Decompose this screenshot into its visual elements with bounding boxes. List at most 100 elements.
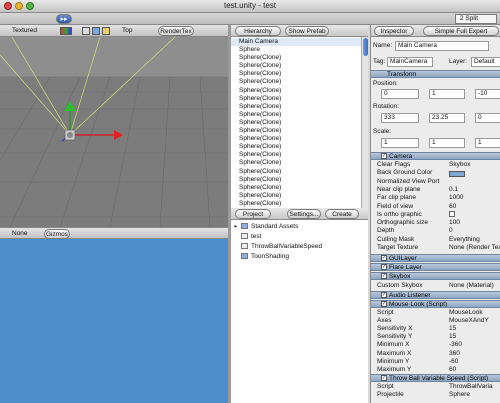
mouselook-prop-row[interactable]: Script MouseLook bbox=[377, 309, 500, 317]
hierarchy-item[interactable]: Sphere(Clone) bbox=[231, 54, 368, 62]
aspect-dropdown[interactable]: None bbox=[12, 230, 28, 237]
mouselook-prop-row[interactable]: Minimum Y -60 bbox=[377, 358, 500, 366]
camera-prop-row[interactable]: Clear Flags Skybox bbox=[377, 161, 500, 169]
mouselook-prop-value[interactable]: MouseXAndY bbox=[449, 317, 489, 325]
camera-prop-value[interactable]: 100 bbox=[449, 219, 460, 227]
camera-prop-row[interactable]: Orthographic size 100 bbox=[377, 219, 500, 227]
camera-prop-value[interactable]: Everything bbox=[449, 236, 480, 244]
hierarchy-item[interactable]: Sphere(Clone) bbox=[231, 103, 368, 111]
rotation-y-field[interactable]: 23.25 bbox=[429, 113, 465, 123]
mouselook-prop-row[interactable]: Maximum Y 60 bbox=[377, 366, 500, 374]
camera-header[interactable]: ✓ Camera bbox=[371, 152, 500, 160]
mouselook-checkbox[interactable]: ✓ bbox=[381, 301, 387, 307]
ortho-checkbox[interactable] bbox=[449, 211, 455, 217]
audio-listener-header[interactable]: ✓ Audio Listener bbox=[371, 291, 500, 299]
mouselook-prop-row[interactable]: Sensitivity X 15 bbox=[377, 325, 500, 333]
custom-skybox-row[interactable]: Custom Skybox None (Material) bbox=[377, 282, 500, 290]
hierarchy-item[interactable]: Sphere(Clone) bbox=[231, 159, 368, 167]
hierarchy-item[interactable]: Sphere(Clone) bbox=[231, 192, 368, 200]
layer-dropdown[interactable]: Default bbox=[471, 57, 500, 67]
object-name-field[interactable]: Main Camera bbox=[395, 41, 489, 51]
camera-prop-row[interactable]: Far clip plane 1000 bbox=[377, 194, 500, 202]
hierarchy-item[interactable]: Sphere(Clone) bbox=[231, 87, 368, 95]
rotation-z-field[interactable]: 0 bbox=[475, 113, 500, 123]
show-prefab-button[interactable]: Show Prefab bbox=[285, 26, 329, 36]
hierarchy-item[interactable]: Sphere(Clone) bbox=[231, 95, 368, 103]
hierarchy-item[interactable]: Sphere(Clone) bbox=[231, 176, 368, 184]
view-dropdown[interactable]: Top bbox=[122, 27, 132, 34]
camera-prop-value[interactable]: 1000 bbox=[449, 194, 463, 202]
scale-z-field[interactable]: 1 bbox=[475, 138, 500, 148]
camera-prop-row[interactable]: Target Texture None (Render Tex bbox=[377, 244, 500, 252]
settings-button[interactable]: Settings... bbox=[287, 209, 321, 219]
throwball-checkbox[interactable]: ✓ bbox=[381, 375, 387, 381]
guilayer-checkbox[interactable]: ✓ bbox=[381, 255, 387, 261]
skybox-checkbox[interactable]: ✓ bbox=[381, 273, 387, 279]
scene-viewport[interactable] bbox=[0, 37, 228, 227]
custom-skybox-value[interactable]: None (Material) bbox=[449, 282, 494, 290]
camera-prop-row[interactable]: Culling Mask Everything bbox=[377, 236, 500, 244]
throwball-header[interactable]: ✓ Throw Ball Variable Speed (Script) bbox=[371, 374, 500, 382]
transform-header[interactable]: Transform bbox=[371, 70, 500, 78]
mouselook-prop-row[interactable]: Maximum X 360 bbox=[377, 350, 500, 358]
mouselook-prop-value[interactable]: 360 bbox=[449, 350, 460, 358]
camera-enabled-checkbox[interactable]: ✓ bbox=[381, 153, 387, 159]
camera-prop-value[interactable]: 0.1 bbox=[449, 186, 458, 194]
mouselook-prop-row[interactable]: Axes MouseXAndY bbox=[377, 317, 500, 325]
mouselook-prop-value[interactable]: -60 bbox=[449, 358, 458, 366]
mouselook-prop-value[interactable]: 15 bbox=[449, 333, 456, 341]
mouselook-prop-value[interactable]: 60 bbox=[449, 366, 456, 374]
hierarchy-item[interactable]: Sphere(Clone) bbox=[231, 143, 368, 151]
project-item[interactable]: ToonShading bbox=[231, 252, 368, 262]
camera-prop-row[interactable]: Depth 0 bbox=[377, 227, 500, 235]
position-y-field[interactable]: 1 bbox=[429, 89, 465, 99]
hierarchy-scroll-thumb[interactable] bbox=[363, 38, 368, 56]
scene-audio-icon[interactable] bbox=[102, 27, 110, 35]
create-button[interactable]: Create bbox=[325, 209, 359, 219]
hierarchy-item[interactable]: Sphere(Clone) bbox=[231, 168, 368, 176]
hierarchy-item[interactable]: Sphere(Clone) bbox=[231, 200, 368, 208]
camera-prop-row[interactable]: Field of view 60 bbox=[377, 203, 500, 211]
hierarchy-item[interactable]: Main Camera bbox=[231, 38, 368, 47]
hierarchy-item[interactable]: Sphere(Clone) bbox=[231, 62, 368, 70]
hierarchy-item[interactable]: Sphere(Clone) bbox=[231, 119, 368, 127]
render-mode-icon[interactable] bbox=[60, 27, 72, 35]
gizmos-button[interactable]: Gizmos bbox=[44, 229, 70, 239]
position-x-field[interactable]: 0 bbox=[381, 89, 419, 99]
hierarchy-tab[interactable]: Hierarchy bbox=[235, 26, 281, 36]
flarelayer-checkbox[interactable]: ✓ bbox=[381, 264, 387, 270]
throwball-prop-value[interactable]: Sphere bbox=[449, 391, 470, 399]
skybox-header[interactable]: ✓ Skybox bbox=[371, 272, 500, 280]
hierarchy-item[interactable]: Sphere(Clone) bbox=[231, 78, 368, 86]
camera-prop-value[interactable]: 0 bbox=[449, 227, 453, 235]
camera-prop-row[interactable]: Near clip plane 0.1 bbox=[377, 186, 500, 194]
throwball-prop-row[interactable]: Projectile Sphere bbox=[377, 391, 500, 399]
game-view[interactable] bbox=[0, 239, 228, 403]
rotation-x-field[interactable]: 333 bbox=[381, 113, 419, 123]
hierarchy-item[interactable]: Sphere(Clone) bbox=[231, 151, 368, 159]
scale-y-field[interactable]: 1 bbox=[429, 138, 465, 148]
guilayer-header[interactable]: ✓ GUILayer bbox=[371, 254, 500, 262]
render-tex-button[interactable]: RenderTex bbox=[158, 26, 194, 36]
mouselook-prop-row[interactable]: Sensitivity Y 15 bbox=[377, 333, 500, 341]
scene-view[interactable] bbox=[0, 37, 228, 227]
hierarchy-item[interactable]: Sphere(Clone) bbox=[231, 111, 368, 119]
lighting-icon[interactable] bbox=[82, 27, 90, 35]
position-z-field[interactable]: -10 bbox=[475, 89, 500, 99]
inspector-mode-toggle[interactable]: Simple Full Expert bbox=[423, 26, 499, 36]
camera-prop-value[interactable]: 60 bbox=[449, 203, 456, 211]
hierarchy-item[interactable]: Sphere(Clone) bbox=[231, 184, 368, 192]
shading-dropdown[interactable]: Textured bbox=[12, 27, 37, 34]
project-item[interactable]: ThrowBallVariableSpeed bbox=[231, 242, 368, 252]
hierarchy-item[interactable]: Sphere(Clone) bbox=[231, 70, 368, 78]
hierarchy-item[interactable]: Sphere(Clone) bbox=[231, 135, 368, 143]
mouselook-prop-value[interactable]: 15 bbox=[449, 325, 456, 333]
inspector-tab[interactable]: Inspector bbox=[374, 26, 414, 36]
throwball-prop-value[interactable]: ThrowBallVaria bbox=[449, 383, 493, 391]
layout-dropdown[interactable]: 2 Split bbox=[455, 14, 497, 24]
project-item[interactable]: test bbox=[231, 232, 368, 242]
mouselook-prop-value[interactable]: MouseLook bbox=[449, 309, 483, 317]
mouselook-prop-value[interactable]: -360 bbox=[449, 341, 462, 349]
scale-x-field[interactable]: 1 bbox=[381, 138, 419, 148]
camera-prop-row[interactable]: Normalized View Port bbox=[377, 178, 500, 186]
